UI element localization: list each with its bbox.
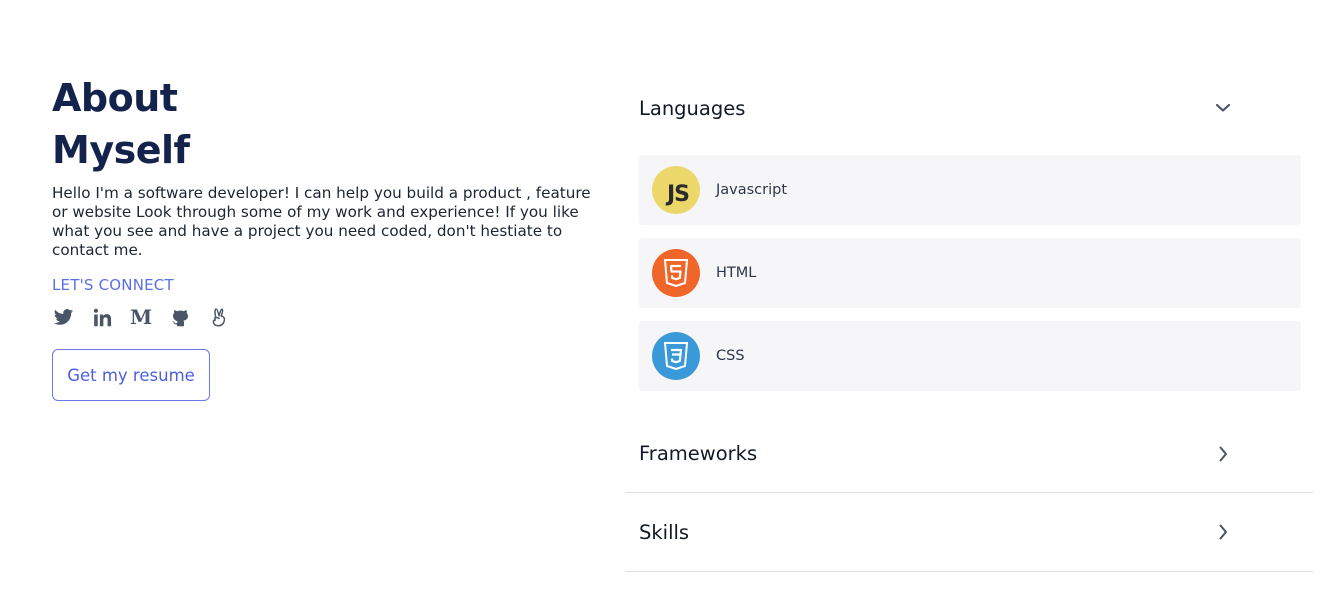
accordion-languages-header[interactable]: Languages [626,72,1313,144]
list-item-label: Javascript [716,182,788,198]
html5-icon [652,249,700,297]
list-item-label: HTML [716,265,757,281]
title-line-2: Myself [52,128,190,172]
chevron-down-icon [1215,103,1231,112]
css3-icon [652,332,700,380]
list-item: JS Javascript [639,155,1301,225]
accordion-languages-title: Languages [639,96,746,120]
lets-connect-link[interactable]: LET'S CONNECT [52,276,174,294]
list-item: HTML [639,238,1301,308]
accordion-skills-title: Skills [639,520,690,544]
github-icon[interactable] [169,306,191,328]
about-panel: About Myself Hello I'm a software develo… [52,72,612,401]
title-line-1: About [52,76,178,120]
angellist-icon[interactable] [208,306,230,328]
about-section: About Myself Hello I'm a software develo… [0,0,1321,593]
accordion-frameworks-title: Frameworks [639,442,758,465]
page-title: About Myself [52,72,612,176]
languages-list: JS Javascript HTML CSS [626,155,1313,391]
skills-accordion: Languages JS Javascript HTML CSS Framewo… [626,72,1313,572]
twitter-icon[interactable] [52,306,74,328]
javascript-icon: JS [652,166,700,214]
accordion-skills-header[interactable]: Skills [626,493,1313,572]
linkedin-icon[interactable] [91,306,113,328]
social-links: M [52,306,612,328]
bio-text: Hello I'm a software developer! I can he… [52,184,591,259]
medium-icon[interactable]: M [130,306,152,328]
list-item: CSS [639,321,1301,391]
chevron-right-icon [1219,524,1227,540]
list-item-label: CSS [716,348,745,364]
chevron-right-icon [1219,446,1227,461]
javascript-logo-text: JS [666,181,690,207]
accordion-frameworks-header[interactable]: Frameworks [626,415,1313,493]
get-resume-button[interactable]: Get my resume [52,349,210,401]
